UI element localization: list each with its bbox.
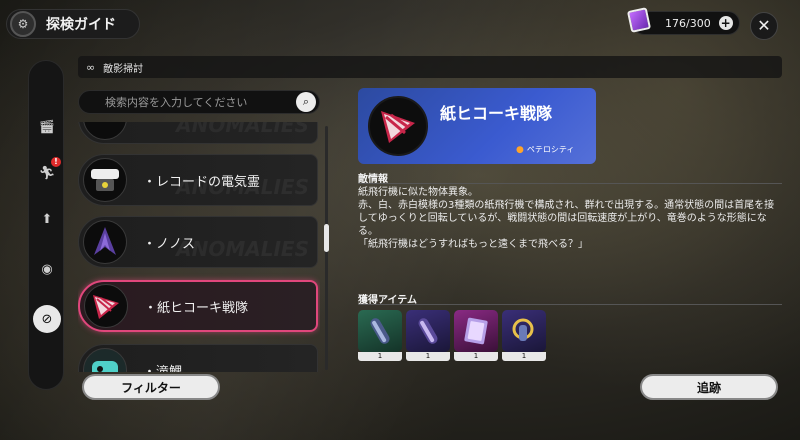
no-sign-icon: ⊘ [41,311,53,327]
enemy-thumb [83,158,127,202]
info-line: 「紙飛行機はどうすればもっと遠くまで飛べる？」 [358,239,588,250]
guide-title-pill: ⚙ 探検ガイド [6,9,140,39]
section-label: 敵影掃討 [103,63,144,75]
category-rail: 🎬︎ 🏃︎ ! ⬆ ◉ ⊘ [28,60,64,390]
top-bar: ⚙ 探検ガイド 176/300 + ✕ [0,0,800,48]
list-item-label: ・紙ヒコーキ戦隊 [144,300,249,316]
filter-button[interactable]: フィルター [82,374,220,400]
stamina-counter: 176/300 + [626,7,740,35]
alert-badge: ! [51,157,61,167]
list-watermark: ANOMALIES [176,175,309,199]
enemy-thumb [83,220,127,264]
reward-art [406,310,450,352]
list-watermark: ANOMALIES [176,237,309,261]
compass-icon: ⚙ [10,11,36,37]
enemy-detail-card: 紙ヒコーキ戦隊 ● ペテロシティ [358,88,596,164]
reward-item[interactable]: 1 [454,310,498,362]
info-line: 紙飛行機に似た物体異象。 [358,187,478,198]
rail-item-clapper[interactable]: 🎬︎ [35,115,59,139]
record-ghost-icon [91,169,119,191]
enemy-thumb [83,122,127,140]
running-icon: 🏃︎ [38,165,56,181]
enemy-list: ANOMALIES ・レコードの電気霊 ANOMALIES ・ノノス ANOMA… [78,122,320,372]
rail-item-arrow[interactable]: ⬆ [35,207,59,231]
add-stamina-button[interactable]: + [718,16,733,30]
rail-item-ball[interactable]: ◉ [35,257,59,281]
clapper-icon: 🎬︎ [38,119,56,135]
close-icon: ✕ [757,16,771,35]
enemy-name: 紙ヒコーキ戦隊 [440,104,553,123]
infinity-icon: ∞ [86,60,96,74]
page-title: 探検ガイド [46,17,116,33]
location-pin-icon: ● [516,144,524,155]
list-item-partial[interactable]: ANOMALIES [78,122,318,144]
capsule-icon [370,318,390,344]
card-icon [626,7,652,33]
enemy-location: ● ペテロシティ [516,144,574,155]
ring-bundle-icon [512,318,534,341]
koi-icon [92,361,118,372]
reward-item[interactable]: 1 [502,310,546,362]
rail-item-enemy-sweep[interactable]: ⊘ [33,305,61,333]
reward-art [358,310,402,352]
search-input[interactable] [79,95,296,109]
enemy-thumb [83,348,127,372]
capsule-icon [418,318,438,344]
reward-count: 1 [358,352,402,361]
card-pack-icon [464,317,488,345]
enemy-thumb [84,284,128,328]
list-watermark: ANOMALIES [176,122,309,137]
rewards-divider [358,304,782,305]
rail-item-running[interactable]: 🏃︎ ! [35,157,61,185]
reward-art [502,310,546,352]
reward-item[interactable]: 1 [358,310,402,362]
nonos-icon [94,227,116,255]
info-line: 赤、白、赤白模様の3種類の紙飛行機で構成され、群れで出現する。通常状態の間は首尾… [358,200,775,237]
reward-art [454,310,498,352]
list-item-selected[interactable]: ・紙ヒコーキ戦隊 [78,280,318,332]
reward-count: 1 [406,352,450,361]
ball-icon: ◉ [41,261,53,277]
enemy-portrait [368,96,428,156]
reward-count: 1 [454,352,498,361]
reward-count: 1 [502,352,546,361]
list-item[interactable]: ・レコードの電気霊 ANOMALIES [78,154,318,206]
section-header: ∞ 敵影掃討 [78,56,782,78]
reward-item[interactable]: 1 [406,310,450,362]
search-bar: ⌕ [78,90,320,114]
list-item[interactable]: ・ノノス ANOMALIES [78,216,318,268]
track-button[interactable]: 追跡 [640,374,778,400]
paper-plane-icon [381,111,415,143]
info-divider [358,183,782,184]
search-icon[interactable]: ⌕ [296,92,316,112]
stamina-value: 176/300 [665,16,711,30]
paper-plane-icon [93,295,119,319]
arrow-up-icon: ⬆ [41,211,53,227]
list-item[interactable]: ・滝鯉 [78,344,318,372]
close-button[interactable]: ✕ [750,12,778,40]
info-body: 紙飛行機に似た物体異象。 赤、白、赤白模様の3種類の紙飛行機で構成され、群れで出… [358,186,778,251]
location-label: ペテロシティ [526,145,575,154]
list-item-label: ・滝鯉 [143,364,183,373]
list-scroll-thumb[interactable] [324,224,329,252]
